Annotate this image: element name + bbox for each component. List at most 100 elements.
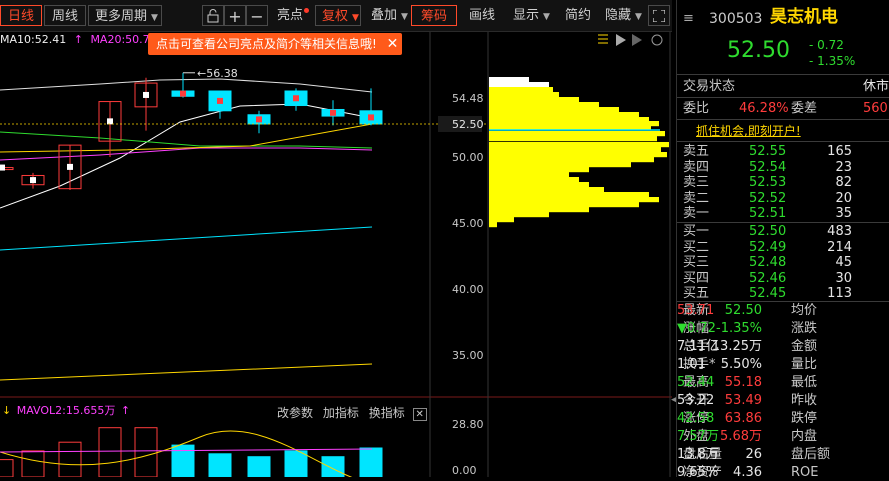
- chevron-down-icon: ▼: [401, 12, 408, 22]
- ask-price: 52.52: [749, 190, 787, 206]
- volume-bar: [247, 456, 271, 477]
- price-tick: 35.00: [452, 349, 484, 362]
- chip-bar: [489, 192, 649, 198]
- fullscreen-button[interactable]: [648, 5, 670, 26]
- ask-price: 52.54: [749, 159, 787, 175]
- volume-bar: [359, 447, 383, 477]
- order-ratio-label: 委比: [683, 101, 710, 116]
- bid-price: 52.46: [749, 270, 787, 286]
- stat-label: 盘后额: [791, 447, 831, 462]
- play-icon: [616, 34, 626, 46]
- panel-menu-icon[interactable]: ≡: [683, 11, 694, 27]
- display-dropdown[interactable]: 显示 ▼: [513, 5, 550, 26]
- stat-label: 跌停: [791, 411, 818, 426]
- chips-button[interactable]: 筹码: [411, 5, 457, 26]
- volume-bar: [321, 456, 345, 477]
- highlights-tooltip[interactable]: 点击可查看公司亮点及简介等相关信息哦! ✕: [148, 33, 403, 55]
- notification-dot-icon: [304, 8, 310, 13]
- ask-volume: 20: [835, 190, 852, 206]
- ask-volume: 165: [827, 144, 852, 159]
- candle-marker: [67, 163, 73, 170]
- stat-label: ROE: [791, 465, 819, 480]
- ma10-value: MA10:52.41: [0, 33, 67, 46]
- simple-button[interactable]: 简约: [565, 5, 591, 26]
- minus-icon: −: [250, 7, 264, 26]
- draw-line-button[interactable]: 画线: [469, 5, 495, 26]
- lock-button[interactable]: [202, 5, 224, 26]
- ask-level-label: 卖四: [683, 159, 710, 175]
- bid-price: 52.49: [749, 239, 787, 255]
- simple-label: 简约: [565, 8, 592, 23]
- stat-value: 26: [745, 447, 762, 462]
- hide-dropdown[interactable]: 隐藏 ▼: [605, 5, 642, 26]
- stat-value: 52.50: [724, 303, 762, 318]
- overlay-dropdown[interactable]: 叠加 ▼: [371, 5, 408, 26]
- open-account-link[interactable]: 抓住机会,即刻开户!: [696, 123, 801, 139]
- volume-actions: 改参数 加指标 换指标 ✕: [277, 404, 427, 421]
- chevron-down-icon: ▼: [543, 12, 550, 22]
- highlights-button[interactable]: 亮点: [277, 5, 310, 26]
- stat-value: -1.35%: [716, 321, 762, 336]
- candle-marker: [180, 90, 186, 97]
- ma30-line: [0, 123, 373, 153]
- volume-bar: [58, 441, 82, 477]
- ask-volume: 35: [835, 206, 852, 221]
- candle-marker: [107, 118, 113, 125]
- bid-price: 52.48: [749, 255, 787, 270]
- volume-bar: [0, 459, 14, 477]
- stat-value: 1.01: [677, 357, 706, 372]
- price-tick: 54.48: [452, 92, 484, 105]
- chip-bar: [489, 102, 599, 108]
- stat-value: 9.65%: [677, 465, 719, 480]
- tab-daily[interactable]: 日线: [0, 5, 42, 26]
- change-param-button[interactable]: 改参数: [277, 406, 313, 420]
- stat-label: 涨跌: [791, 321, 818, 336]
- ask-level-label: 卖一: [683, 206, 710, 221]
- ask-level-label: 卖三: [683, 175, 710, 190]
- chip-bar: [489, 172, 569, 178]
- stats-grid: 最新 52.50 均价 53.71 涨幅 -1.35% 涨跌 ▼0.72 总手 13.25万 金额 7…: [677, 303, 889, 480]
- ma60-line: [0, 226, 373, 251]
- gear-icon: [651, 34, 663, 46]
- stat-label: 量比: [791, 357, 818, 372]
- price-change-pct: - 1.35%: [809, 54, 856, 68]
- bid-volume: 483: [827, 224, 852, 239]
- candle-marker: [143, 91, 149, 98]
- chip-bar: [489, 222, 497, 228]
- highlights-label: 亮点: [277, 8, 304, 23]
- bid-price: 52.50: [749, 224, 787, 239]
- stat-value: 53.22: [677, 393, 715, 408]
- chip-bar: [489, 157, 654, 163]
- chevron-down-icon: ▼: [352, 13, 359, 23]
- chip-bar: [489, 207, 589, 213]
- swap-indicator-button[interactable]: 换指标: [369, 406, 405, 420]
- bid-book: 买一 52.50 483 买二 52.49 214 买三 52.48 45 买四 52.46 30 买五…: [677, 224, 889, 304]
- restore-dropdown[interactable]: 复权 ▼: [315, 5, 361, 26]
- stat-value: 42.58: [677, 411, 715, 426]
- arrow-down-icon: ↓: [2, 404, 12, 417]
- tab-weekly[interactable]: 周线: [44, 5, 86, 26]
- volume-legend: ↓ MAVOL2:15.655万 ↑: [2, 404, 130, 418]
- chip-bar: [489, 142, 669, 148]
- chart-tool-icons[interactable]: [596, 32, 666, 48]
- ma120-line: [0, 363, 373, 381]
- close-icon[interactable]: ✕: [387, 36, 399, 52]
- zoom-out-button[interactable]: −: [246, 5, 268, 26]
- display-label: 显示: [513, 8, 540, 23]
- ask-level-label: 卖五: [683, 144, 710, 159]
- close-icon[interactable]: ✕: [412, 408, 427, 421]
- chip-bar: [489, 177, 579, 183]
- overlay-label: 叠加: [371, 8, 398, 23]
- stat-value: 7.57万: [677, 429, 719, 444]
- zoom-in-button[interactable]: +: [224, 5, 246, 26]
- bid-level-label: 买一: [683, 224, 710, 239]
- add-indicator-button[interactable]: 加指标: [323, 406, 359, 420]
- ask-price: 52.55: [749, 144, 787, 159]
- stat-label: 金额: [791, 339, 818, 354]
- more-period-dropdown[interactable]: 更多周期 ▼: [88, 5, 162, 26]
- chip-bar: [489, 136, 657, 142]
- bid-price: 52.45: [749, 286, 787, 301]
- chip-bar: [489, 182, 589, 188]
- price-tick: 50.00: [452, 151, 484, 164]
- chip-bar: [489, 152, 667, 158]
